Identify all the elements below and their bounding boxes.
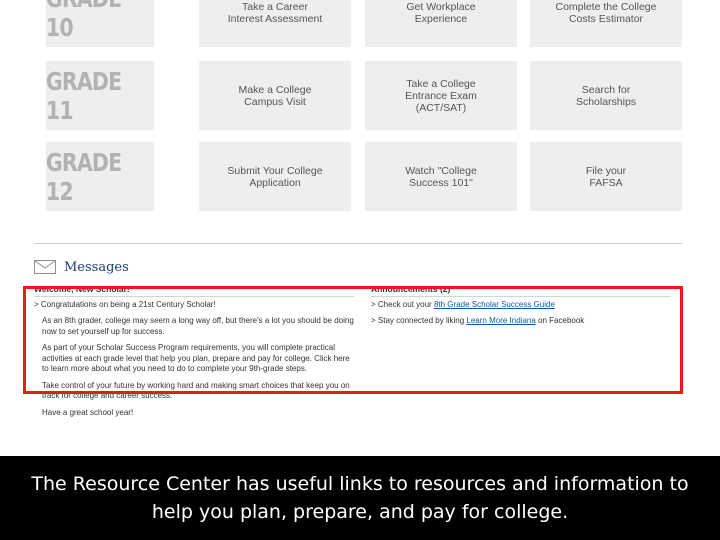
step-text: Success 101" — [409, 176, 473, 189]
step-text: Take a Career — [242, 0, 308, 13]
step-text: File your — [585, 164, 627, 177]
step-text: Scholarships — [575, 95, 637, 108]
welcome-closing: Have a great school year! — [42, 407, 134, 417]
step-tile[interactable]: Watch "College Success 101" — [365, 142, 517, 211]
step-text: Experience — [414, 12, 468, 25]
step-tile[interactable]: Get Workplace Experience — [365, 0, 517, 47]
step-text: Campus Visit — [244, 95, 306, 108]
caption-banner: The Resource Center has useful links to … — [0, 456, 720, 540]
step-text: Interest Assessment — [227, 12, 323, 25]
step-text: Entrance Exam — [405, 89, 477, 102]
step-text: Search for — [581, 83, 631, 96]
grade-row: GRADE 10 Take a CareerInterest Assessmen… — [34, 0, 682, 47]
caption-text: The Resource Center has useful links to … — [31, 473, 689, 523]
step-tile[interactable]: Take a College Entrance Exam (ACT/SAT) — [365, 61, 517, 130]
step-text: Costs Estimator — [568, 12, 644, 25]
step-text: Get Workplace — [406, 0, 476, 13]
grade-label: GRADE 10 — [45, 0, 155, 47]
grade-label: GRADE 12 — [45, 142, 155, 211]
step-text: FAFSA — [589, 176, 623, 189]
step-tile[interactable]: File your FAFSA — [530, 142, 682, 211]
step-text: Application — [249, 176, 301, 189]
highlight-box — [23, 286, 683, 394]
grade-row: GRADE 11 Make a College Campus Visit Take… — [34, 61, 682, 130]
step-text: Make a College — [238, 83, 312, 96]
step-tile[interactable]: Make a College Campus Visit — [199, 61, 351, 130]
step-text: Watch "College — [405, 164, 477, 177]
step-tile[interactable]: Complete the College Costs Estimator — [530, 0, 682, 47]
step-tile[interactable]: Take a Career Interest Assessment — [199, 0, 351, 47]
grade-row: GRADE 12 Submit Your College Application … — [34, 142, 682, 211]
section-divider — [34, 243, 682, 244]
grade-label: GRADE 11 — [45, 61, 155, 130]
envelope-icon — [34, 260, 56, 274]
messages-header: Messages — [34, 258, 129, 276]
step-text: Submit Your College — [227, 164, 323, 177]
step-text: Complete the College — [555, 0, 657, 13]
step-tile[interactable]: Search for Scholarships — [530, 61, 682, 130]
messages-title: Messages — [64, 259, 129, 275]
step-text: Take a College — [406, 77, 476, 90]
step-text: (ACT/SAT) — [415, 101, 467, 114]
step-tile[interactable]: Submit Your College Application — [199, 142, 351, 211]
